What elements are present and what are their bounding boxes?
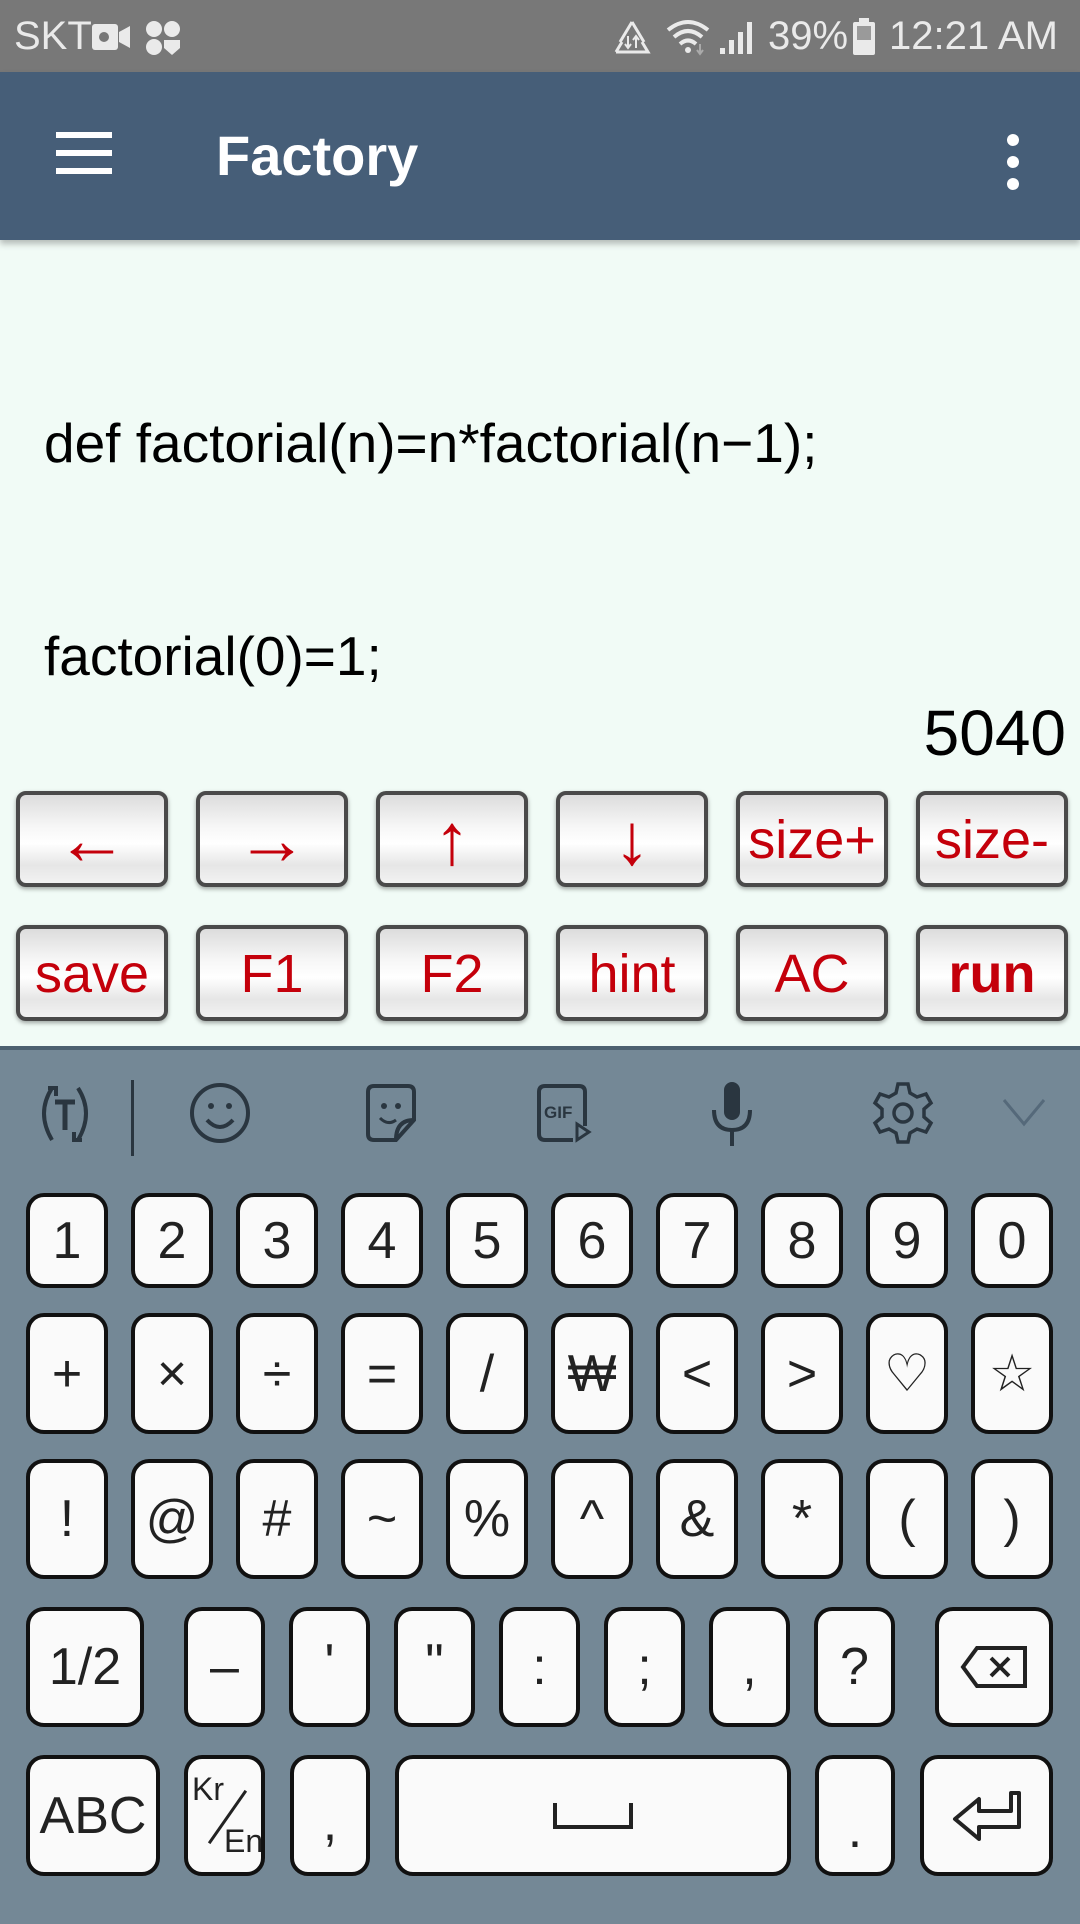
- size-minus-button[interactable]: size-: [916, 791, 1068, 887]
- key[interactable]: ,: [709, 1607, 790, 1727]
- backspace-icon: [960, 1646, 1027, 1688]
- result-output: 5040: [923, 697, 1066, 769]
- microphone-icon[interactable]: [697, 1078, 767, 1148]
- app-title: Factory: [216, 124, 419, 187]
- abc-key[interactable]: ABC: [26, 1755, 160, 1876]
- collapse-chevron-icon[interactable]: [1000, 1078, 1070, 1148]
- backspace-key[interactable]: [935, 1607, 1053, 1727]
- key[interactable]: >: [761, 1313, 843, 1434]
- key[interactable]: 5: [446, 1193, 528, 1288]
- key[interactable]: 3: [236, 1193, 318, 1288]
- key[interactable]: ÷: [236, 1313, 318, 1434]
- wifi-icon: [666, 20, 710, 56]
- keyboard-toolbar: GIF: [0, 1050, 1080, 1170]
- ac-button[interactable]: AC: [736, 925, 888, 1021]
- key[interactable]: <: [656, 1313, 738, 1434]
- key[interactable]: ;: [604, 1607, 685, 1727]
- hamburger-menu-icon[interactable]: [40, 124, 130, 184]
- key[interactable]: !: [26, 1459, 108, 1579]
- f2-button[interactable]: F2: [376, 925, 528, 1021]
- code-editor[interactable]: def factorial(n)=n*factorial(n−1); facto…: [0, 240, 1080, 1113]
- enter-icon: [952, 1790, 1021, 1841]
- down-arrow-icon: ↓: [614, 800, 650, 880]
- gif-icon[interactable]: GIF: [527, 1078, 597, 1148]
- text-translate-icon[interactable]: [30, 1078, 100, 1148]
- video-call-icon: [92, 24, 130, 50]
- sticker-icon[interactable]: [356, 1078, 426, 1148]
- app-notification-icon: [146, 21, 180, 55]
- space-key[interactable]: [395, 1755, 791, 1876]
- key-star[interactable]: ☆: [971, 1313, 1053, 1434]
- key[interactable]: –: [184, 1607, 265, 1727]
- f1-button[interactable]: F1: [196, 925, 348, 1021]
- data-saver-icon: [614, 21, 651, 54]
- up-arrow-icon: ↑: [434, 800, 470, 880]
- right-arrow-button[interactable]: →: [196, 791, 348, 887]
- language-switch-key[interactable]: Kr En: [184, 1755, 265, 1876]
- key[interactable]: +: [26, 1313, 108, 1434]
- key[interactable]: ×: [131, 1313, 213, 1434]
- key[interactable]: 4: [341, 1193, 423, 1288]
- key[interactable]: #: [236, 1459, 318, 1579]
- clock: 12:21 AM: [889, 14, 1059, 58]
- status-bar: SKT 39% 12:21 AM: [0, 0, 1080, 72]
- key[interactable]: (: [866, 1459, 948, 1579]
- enter-key[interactable]: [920, 1755, 1053, 1876]
- app-bar: Factory: [0, 72, 1080, 240]
- down-arrow-button[interactable]: ↓: [556, 791, 708, 887]
- toolbar-divider: [131, 1080, 134, 1156]
- key[interactable]: 7: [656, 1193, 738, 1288]
- size-plus-button[interactable]: size+: [736, 791, 888, 887]
- key[interactable]: 1: [26, 1193, 108, 1288]
- code-line: factorial(0)=1;: [44, 625, 382, 687]
- key[interactable]: /: [446, 1313, 528, 1434]
- left-arrow-icon: ←: [56, 800, 128, 880]
- key[interactable]: ?: [814, 1607, 895, 1727]
- up-arrow-button[interactable]: ↑: [376, 791, 528, 887]
- key[interactable]: ): [971, 1459, 1053, 1579]
- key[interactable]: 6: [551, 1193, 633, 1288]
- key[interactable]: 9: [866, 1193, 948, 1288]
- key[interactable]: :: [499, 1607, 580, 1727]
- battery-icon: [853, 18, 875, 55]
- carrier-label: SKT: [14, 14, 92, 58]
- battery-percentage: 39%: [768, 14, 849, 58]
- settings-gear-icon[interactable]: [868, 1078, 938, 1148]
- key[interactable]: ': [289, 1607, 370, 1727]
- signal-icon: [720, 22, 752, 54]
- emoji-icon[interactable]: [185, 1078, 255, 1148]
- right-arrow-icon: →: [236, 800, 308, 880]
- key[interactable]: *: [761, 1459, 843, 1579]
- lang-kr: Kr: [192, 1771, 224, 1807]
- key[interactable]: ": [394, 1607, 475, 1727]
- key[interactable]: @: [131, 1459, 213, 1579]
- page-toggle-key[interactable]: 1/2: [26, 1607, 144, 1727]
- run-button[interactable]: run: [916, 925, 1068, 1021]
- key[interactable]: 8: [761, 1193, 843, 1288]
- svg-text:GIF: GIF: [544, 1103, 572, 1122]
- key[interactable]: %: [446, 1459, 528, 1579]
- key[interactable]: ₩: [551, 1313, 633, 1434]
- period-key[interactable]: .: [815, 1755, 895, 1876]
- key[interactable]: =: [341, 1313, 423, 1434]
- space-icon: [553, 1802, 633, 1829]
- key[interactable]: &: [656, 1459, 738, 1579]
- key[interactable]: ^: [551, 1459, 633, 1579]
- key-heart[interactable]: ♡: [866, 1313, 948, 1434]
- save-button[interactable]: save: [16, 925, 168, 1021]
- key[interactable]: 0: [971, 1193, 1053, 1288]
- left-arrow-button[interactable]: ←: [16, 791, 168, 887]
- code-line: def factorial(n)=n*factorial(n−1);: [44, 412, 818, 474]
- lang-en: En: [224, 1823, 264, 1859]
- key[interactable]: ~: [341, 1459, 423, 1579]
- key[interactable]: 2: [131, 1193, 213, 1288]
- more-vert-icon[interactable]: [990, 124, 1036, 204]
- comma-key[interactable]: ,: [290, 1755, 370, 1876]
- hint-button[interactable]: hint: [556, 925, 708, 1021]
